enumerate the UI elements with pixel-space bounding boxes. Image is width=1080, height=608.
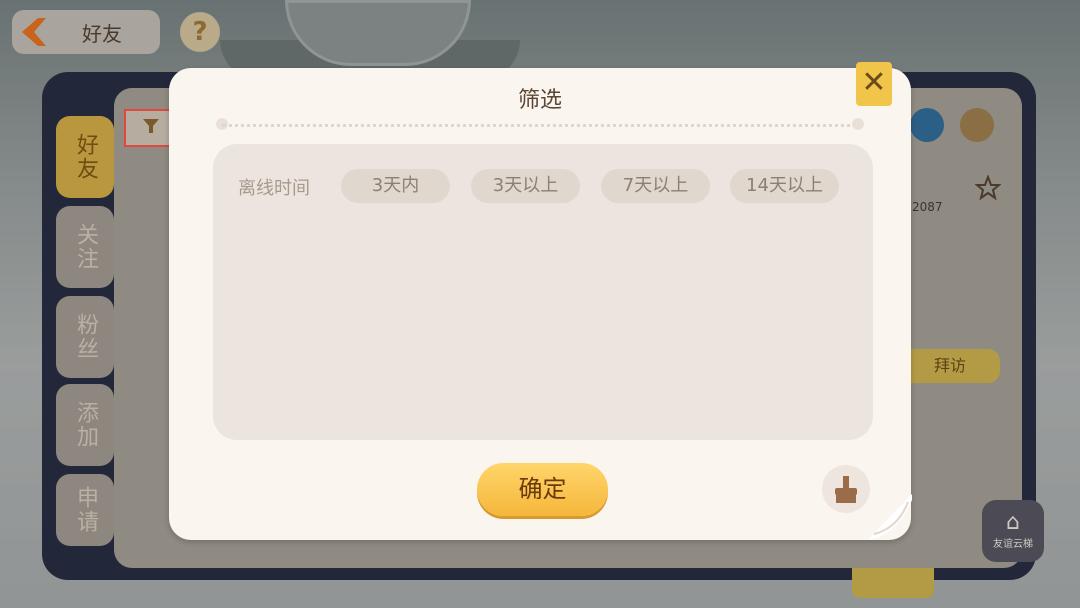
- clear-filter-button[interactable]: [822, 465, 870, 513]
- tab-add[interactable]: 添加: [56, 384, 114, 466]
- option-over-7-days[interactable]: 7天以上: [601, 169, 710, 203]
- star-icon[interactable]: [975, 175, 1001, 201]
- ladder-label: 友谊云梯: [993, 539, 1033, 550]
- broom-icon: [835, 476, 857, 503]
- divider: [222, 124, 858, 127]
- ladder-icon: ⌂: [1006, 510, 1020, 535]
- tab-following[interactable]: 关注: [56, 206, 114, 288]
- tab-fans[interactable]: 粉丝: [56, 296, 114, 378]
- page-title: 好友: [82, 22, 122, 46]
- search-icon[interactable]: [910, 108, 944, 142]
- back-arrow-icon[interactable]: [18, 16, 54, 48]
- page-curl-decoration: [868, 494, 912, 540]
- visit-button[interactable]: 拜访: [900, 349, 1000, 383]
- friend-ladder-button[interactable]: ⌂ 友谊云梯: [982, 500, 1044, 562]
- divider-dot: [852, 118, 864, 130]
- confirm-button[interactable]: 确定: [477, 463, 608, 516]
- player-id-fragment: 2087: [912, 200, 943, 214]
- help-button[interactable]: ?: [180, 12, 220, 52]
- tab-friends[interactable]: 好友: [56, 116, 114, 198]
- option-over-14-days[interactable]: 14天以上: [730, 169, 839, 203]
- gift-icon[interactable]: [960, 108, 994, 142]
- bottom-tab: [852, 568, 934, 598]
- tab-requests[interactable]: 申请: [56, 474, 114, 546]
- option-within-3-days[interactable]: 3天内: [341, 169, 450, 203]
- offline-time-label: 离线时间: [238, 178, 310, 199]
- option-over-3-days[interactable]: 3天以上: [471, 169, 580, 203]
- dialog-title: 筛选: [517, 88, 562, 113]
- filter-icon: [143, 119, 159, 133]
- close-button[interactable]: ✕: [856, 62, 892, 106]
